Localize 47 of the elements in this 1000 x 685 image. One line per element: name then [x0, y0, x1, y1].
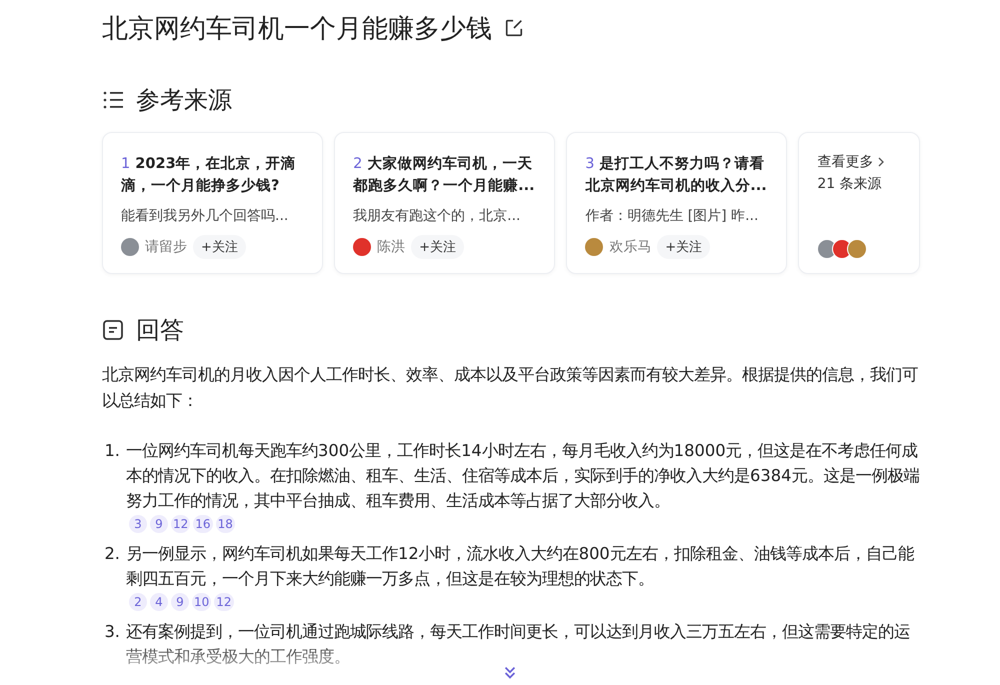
avatar-icon	[585, 238, 604, 256]
citation-link[interactable]: 16	[193, 515, 213, 533]
citation-link[interactable]: 12	[214, 593, 234, 611]
more-sources-card[interactable]: 查看更多 21 条来源	[798, 132, 920, 274]
document-icon	[102, 319, 124, 341]
citation-link[interactable]: 4	[150, 593, 168, 611]
source-card[interactable]: 1 2023年，在北京，开滴滴，一个月能挣多少钱? 能看到我另外几个回答吗... 请留步 +关注	[102, 132, 324, 274]
citation-link[interactable]: 18	[216, 515, 235, 533]
citation-link[interactable]: 9	[171, 593, 189, 611]
answer-point: 还有案例提到，一位司机通过跑城际线路，每天工作时间更长，可以达到月收入三万五左右，但这需要特定的运营模式和承受极大的工作强度。	[126, 621, 911, 668]
follow-button[interactable]: +关注	[193, 235, 246, 259]
source-snippet: 我朋友有跑这个的，北京...	[353, 207, 522, 225]
avatar-icon	[353, 238, 372, 256]
source-snippet: 能看到我另外几个回答吗...	[121, 207, 290, 225]
list-number: 2.	[103, 543, 120, 565]
source-count: 21 条来源	[817, 175, 883, 193]
section-heading: 回答	[136, 315, 184, 346]
chevron-right-icon	[877, 156, 886, 168]
answer-paragraph: 北京网约车司机的月收入因个人工作时长、效率、成本以及平台政策等因素而有较大差异。根据提供的信息，我们可以总结如下：	[102, 364, 919, 412]
answer-point: 另一例显示，网约车司机如果每天工作12小时，流水收入大约在800元左右，扣除租金、油钱等成本后，自己能剩四五百元，一个月下来大约能赚一万多点，但这是在较为理想的状态下。	[126, 543, 915, 590]
citation-link[interactable]: 2	[129, 593, 147, 611]
avatar-icon	[121, 238, 139, 256]
citation-link[interactable]: 3	[129, 515, 147, 533]
more-link[interactable]: 查看更多	[817, 153, 874, 171]
author-name: 请留步	[145, 238, 187, 256]
follow-button[interactable]: +关注	[411, 235, 464, 259]
edit-icon[interactable]	[504, 18, 524, 38]
source-title: 2 大家做网约车司机，一天都跑多久啊？一个月能赚...	[353, 154, 536, 196]
source-title: 3 是打工人不努力吗？请看北京网约车司机的收入分...	[585, 154, 768, 196]
author-name: 陈洪	[377, 238, 406, 256]
expand-chevron-icon[interactable]	[502, 665, 518, 681]
follow-button[interactable]: +关注	[657, 235, 710, 259]
author-name: 欢乐马	[609, 238, 652, 256]
citation-link[interactable]: 9	[150, 515, 168, 533]
list-number: 1.	[103, 440, 120, 462]
list-number: 3.	[103, 621, 120, 643]
answer-point: 一位网约车司机每天跑车约300公里，工作时长14小时左右，每月毛收入约为18000元，但这是在不考虑任何成本的情况下的收入。在扣除燃油、租车、生活、住宿等成本后，实际到手的净收入大约是6384元。这是一例极端努力工作的情况，其中平台抽成、租车费用、生活成本等占据了大部分收入。	[126, 440, 920, 512]
citation-link[interactable]: 12	[171, 515, 190, 533]
source-card[interactable]: 2 大家做网约车司机，一天都跑多久啊？一个月能赚... 我朋友有跑这个的，北京... 陈洪 +关注	[334, 132, 556, 274]
list-icon	[102, 89, 124, 111]
avatar-icon	[847, 239, 868, 259]
source-snippet: 作者：明德先生 [图片] 昨...	[585, 207, 760, 225]
section-heading: 参考来源	[136, 85, 232, 116]
citation-link[interactable]: 10	[192, 593, 212, 611]
source-title: 1 2023年，在北京，开滴滴，一个月能挣多少钱?	[121, 154, 297, 196]
page-title: 北京网约车司机一个月能赚多少钱	[102, 12, 492, 46]
source-card[interactable]: 3 是打工人不努力吗？请看北京网约车司机的收入分... 作者：明德先生 [图片] 昨... 欢乐马 +关注	[566, 132, 788, 274]
